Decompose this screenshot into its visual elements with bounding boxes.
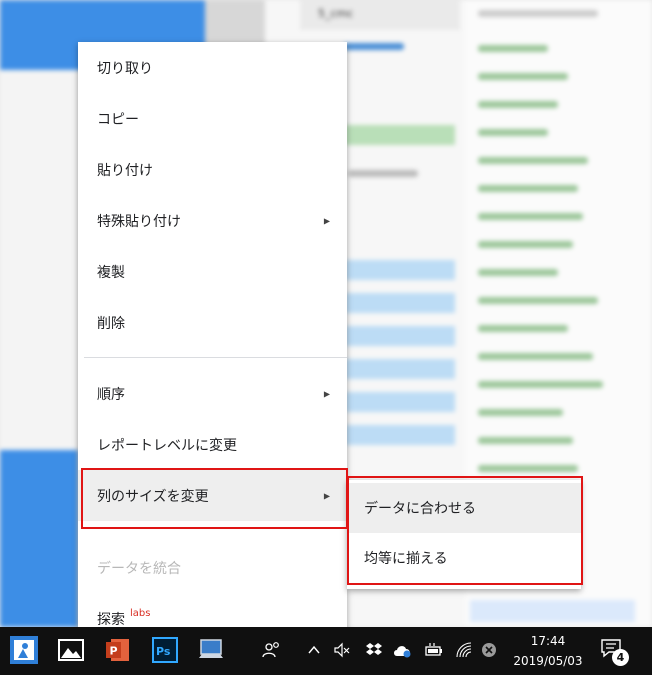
menu-divider [84,528,347,529]
powerpoint-app-icon[interactable]: P [104,636,132,664]
reader-app-icon[interactable] [10,636,38,664]
wifi-icon[interactable] [455,641,473,664]
submenu-item-label: データに合わせる [364,501,476,517]
menu-item-merge-data: データを統合 [78,542,347,593]
menu-item-duplicate[interactable]: 複製 [78,246,347,297]
submenu-arrow-icon: ▶ [323,491,330,500]
volume-muted-icon[interactable] [333,641,351,664]
menu-item-label: 削除 [97,315,125,332]
notification-count-badge: 4 [612,649,629,666]
chevron-up-icon[interactable] [307,641,321,664]
menu-item-label: 複製 [97,264,125,281]
photos-app-icon[interactable] [57,636,85,664]
clock-date: 2019/05/03 [513,654,583,668]
dropbox-icon[interactable] [365,641,383,664]
menu-item-label: データを統合 [97,560,181,577]
resize-columns-submenu: データに合わせる 均等に揃える [347,480,581,589]
submenu-arrow-icon: ▶ [323,216,330,225]
battery-icon[interactable] [424,641,444,664]
submenu-item-fit-to-data[interactable]: データに合わせる [347,483,581,533]
clock-time: 17:44 [530,634,566,648]
cloud-sync-icon[interactable] [392,641,414,664]
menu-divider [84,357,347,358]
menu-item-label: 探索 [97,611,125,628]
submenu-item-label: 均等に揃える [364,551,448,567]
menu-item-paste[interactable]: 貼り付け [78,144,347,195]
action-center-button[interactable]: 4 [598,636,638,668]
menu-item-copy[interactable]: コピー [78,93,347,144]
menu-item-cut[interactable]: 切り取り [78,42,347,93]
submenu-item-distribute-evenly[interactable]: 均等に揃える [347,533,581,583]
menu-item-delete[interactable]: 削除 [78,297,347,348]
background-tab-label: 5_cmc [318,7,354,20]
menu-item-label: 貼り付け [97,162,153,179]
menu-item-label: レポートレベルに変更 [97,437,237,454]
menu-item-resize-columns[interactable]: 列のサイズを変更 ▶ [78,470,347,521]
photoshop-app-icon[interactable]: Ps [151,636,179,664]
menu-item-label: 切り取り [97,60,153,77]
taskbar: P Ps 17:44 2019/05/03 4 [0,627,652,675]
system-clock[interactable]: 17:44 2019/05/03 [503,631,593,671]
menu-item-label: 特殊貼り付け [97,213,181,230]
svg-text:Ps: Ps [156,645,171,658]
menu-item-label: 順序 [97,386,125,403]
network-error-icon[interactable] [481,641,497,664]
menu-item-label: 列のサイズを変更 [97,488,209,505]
menu-item-report-level[interactable]: レポートレベルに変更 [78,419,347,470]
context-menu: 切り取り コピー 貼り付け 特殊貼り付け ▶ 複製 削除 順序 ▶ レポートレベ… [78,42,347,642]
labs-badge: labs [130,608,151,619]
remote-desktop-app-icon[interactable] [197,636,225,664]
menu-item-paste-special[interactable]: 特殊貼り付け ▶ [78,195,347,246]
people-icon[interactable] [262,641,282,664]
menu-item-label: コピー [97,111,139,128]
submenu-arrow-icon: ▶ [323,389,330,398]
svg-text:P: P [110,645,118,658]
menu-item-order[interactable]: 順序 ▶ [78,368,347,419]
